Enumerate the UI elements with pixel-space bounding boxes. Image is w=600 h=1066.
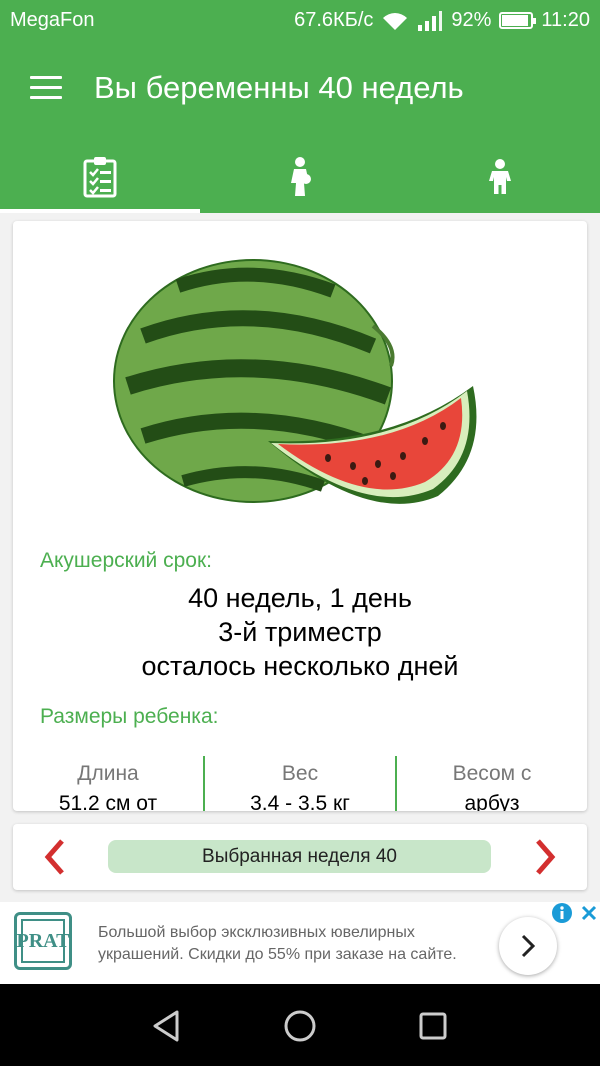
wifi-icon bbox=[383, 12, 408, 30]
clock: 11:20 bbox=[541, 9, 590, 31]
recents-square-icon[interactable] bbox=[413, 1006, 453, 1046]
size-length: Длина 51.2 см от bbox=[13, 756, 203, 811]
size-length-value: 51.2 см от bbox=[58, 792, 158, 811]
signal-icon bbox=[418, 10, 443, 31]
tab-week-info[interactable] bbox=[0, 140, 200, 213]
term-details: 40 недель, 1 день 3-й триместр осталось … bbox=[13, 581, 587, 683]
term-weeks-days: 40 недель, 1 день bbox=[188, 583, 412, 613]
advertiser-logo-text: PRAT bbox=[17, 919, 69, 963]
pregnant-woman-icon bbox=[291, 156, 311, 196]
size-weight: Вес 3.4 - 3.5 кг bbox=[203, 756, 395, 811]
home-circle-icon[interactable] bbox=[280, 1006, 320, 1046]
week-selector: Выбранная неделя 40 bbox=[13, 824, 587, 890]
size-length-heading: Длина bbox=[77, 762, 139, 785]
status-right: 67.6КБ/с 92% 11:20 bbox=[294, 9, 590, 32]
tab-mother[interactable] bbox=[200, 140, 400, 213]
status-bar: MegaFon 67.6КБ/с 92% 11:20 bbox=[0, 0, 600, 40]
tab-baby[interactable] bbox=[400, 140, 600, 213]
battery-icon bbox=[499, 12, 537, 29]
obstetric-term-label: Акушерский срок: bbox=[40, 549, 212, 572]
app-bar: Вы беременны 40 недель bbox=[0, 40, 600, 140]
baby-size-table: Длина 51.2 см от Вес 3.4 - 3.5 кг Весом … bbox=[13, 756, 587, 811]
menu-icon[interactable] bbox=[30, 76, 62, 100]
chevron-left-icon[interactable] bbox=[35, 836, 75, 878]
term-trimester: 3-й триместр bbox=[218, 617, 382, 647]
ad-text: Большой выбор эксклюзивных ювелирных укр… bbox=[98, 924, 457, 963]
network-speed: 67.6КБ/с bbox=[294, 9, 374, 31]
system-nav-bar bbox=[0, 984, 600, 1066]
size-weight-value: 3.4 - 3.5 кг bbox=[250, 792, 350, 811]
clipboard-checklist-icon bbox=[83, 156, 117, 197]
baby-size-label: Размеры ребенка: bbox=[40, 705, 219, 728]
chevron-right-icon bbox=[521, 934, 536, 958]
watermelon-image bbox=[113, 259, 477, 504]
advertiser-logo: PRAT bbox=[14, 912, 72, 970]
size-comparison-value: арбуз bbox=[464, 792, 520, 811]
child-icon bbox=[489, 158, 511, 194]
size-comparison: Весом с арбуз bbox=[395, 756, 587, 811]
close-icon[interactable] bbox=[578, 902, 600, 924]
carrier-name: MegaFon bbox=[10, 9, 95, 31]
page-title: Вы беременны 40 недель bbox=[94, 70, 464, 105]
info-icon[interactable] bbox=[551, 902, 573, 924]
term-remaining: осталось несколько дней bbox=[141, 651, 459, 681]
size-comparison-heading: Весом с bbox=[452, 762, 532, 785]
ad-banner[interactable]: PRAT Большой выбор эксклюзивных ювелирны… bbox=[0, 902, 600, 984]
battery-percent: 92% bbox=[451, 9, 492, 31]
back-triangle-icon[interactable] bbox=[147, 1006, 187, 1046]
selected-week-button[interactable]: Выбранная неделя 40 bbox=[108, 840, 491, 873]
week-info-card: Акушерский срок: 40 недель, 1 день 3-й т… bbox=[13, 221, 587, 811]
size-weight-heading: Вес bbox=[281, 762, 319, 785]
ad-open-button[interactable] bbox=[499, 917, 557, 975]
tab-bar bbox=[0, 140, 600, 213]
chevron-right-icon[interactable] bbox=[525, 836, 565, 878]
